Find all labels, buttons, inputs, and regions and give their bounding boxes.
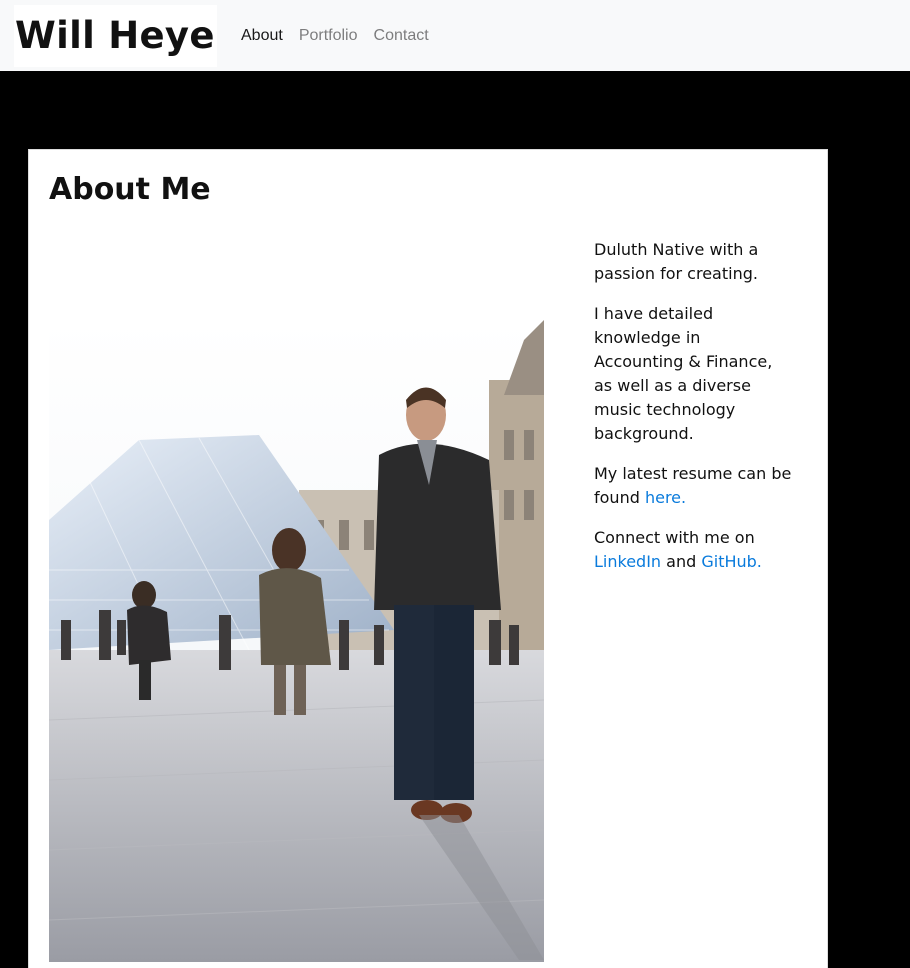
profile-photo [49, 320, 544, 962]
bio-skills: I have detailed knowledge in Accounting … [594, 304, 773, 443]
nav-link-contact[interactable]: Contact [374, 27, 429, 45]
connect-text: Connect with me on [594, 528, 755, 547]
bio-intro: Duluth Native with a passion for creatin… [594, 240, 759, 283]
github-link[interactable]: GitHub. [701, 552, 762, 571]
bio-connect: Connect with me on LinkedIn and GitHub. [594, 526, 794, 574]
resume-link[interactable]: here. [645, 488, 686, 507]
bio-resume: My latest resume can be found here. [594, 462, 794, 510]
connect-and: and [661, 552, 702, 571]
page-title: About Me [49, 172, 211, 207]
nav-links: About Portfolio Contact [241, 27, 445, 45]
linkedin-link[interactable]: LinkedIn [594, 552, 661, 571]
brand-logo[interactable]: Will Heyer [14, 4, 217, 67]
nav-link-portfolio[interactable]: Portfolio [299, 27, 358, 45]
about-card: About Me Duluth Native with a passion fo… [28, 149, 828, 968]
navbar: Will Heyer About Portfolio Contact [0, 0, 910, 71]
resume-text: My latest resume can be found [594, 464, 792, 507]
nav-link-about[interactable]: About [241, 27, 283, 45]
bio-text: Duluth Native with a passion for creatin… [594, 238, 794, 590]
